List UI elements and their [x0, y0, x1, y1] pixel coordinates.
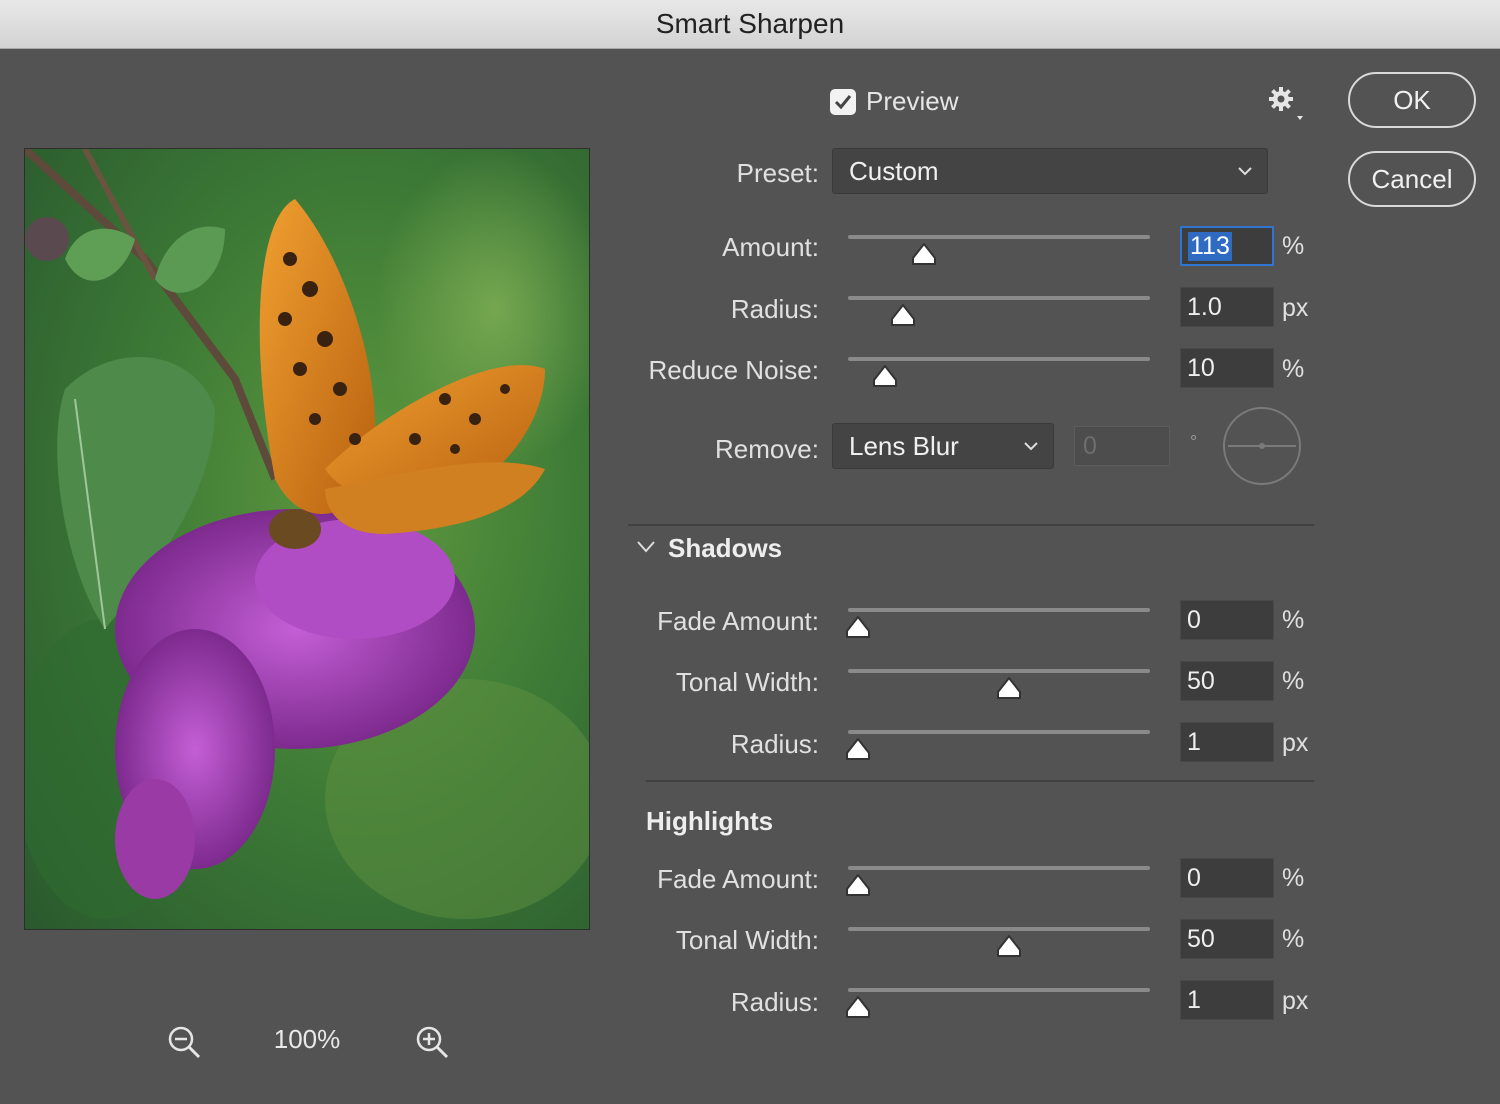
cancel-button[interactable]: Cancel	[1348, 151, 1476, 207]
shadows-tonal-width-label: Tonal Width:	[675, 667, 819, 697]
radius-slider-thumb[interactable]	[890, 303, 916, 327]
reduce-noise-input[interactable]: 10	[1180, 348, 1274, 388]
chevron-down-icon	[1238, 167, 1252, 176]
shadows-fade-amount-unit: %	[1282, 606, 1305, 634]
highlights-fade-amount-label: Fade Amount:	[657, 864, 819, 894]
shadows-fade-amount-label: Fade Amount:	[657, 606, 819, 636]
shadows-fade-amount-input[interactable]: 0	[1180, 600, 1274, 640]
highlights-radius-track[interactable]	[848, 988, 1150, 992]
angle-input: 0	[1074, 426, 1170, 466]
reduce-noise-slider-track[interactable]	[848, 357, 1150, 361]
remove-label: Remove:	[714, 434, 819, 464]
highlights-fade-amount-track[interactable]	[848, 866, 1150, 870]
preview-checkbox[interactable]	[830, 88, 856, 115]
preview-label: Preview	[866, 86, 959, 116]
shadows-tonal-width-input[interactable]: 50	[1180, 661, 1274, 701]
highlights-radius-input[interactable]: 1	[1180, 980, 1274, 1020]
shadows-tonal-width-unit: %	[1282, 667, 1305, 695]
shadows-radius-label: Radius:	[730, 729, 819, 759]
amount-slider-track[interactable]	[848, 235, 1150, 239]
highlights-fade-amount-unit: %	[1282, 864, 1305, 892]
highlights-tonal-width-label: Tonal Width:	[675, 925, 819, 955]
highlights-radius-unit: px	[1282, 987, 1309, 1015]
gear-icon[interactable]	[1268, 86, 1308, 126]
zoom-in-icon[interactable]	[414, 1024, 450, 1060]
highlights-radius-label: Radius:	[730, 987, 819, 1017]
preview-image[interactable]	[24, 148, 590, 930]
ok-button[interactable]: OK	[1348, 72, 1476, 128]
amount-input[interactable]: 113	[1180, 226, 1274, 266]
amount-label: Amount:	[722, 232, 819, 262]
radius-slider-track[interactable]	[848, 296, 1150, 300]
shadows-fade-amount-thumb[interactable]	[845, 615, 871, 639]
highlights-fade-amount-input[interactable]: 0	[1180, 858, 1274, 898]
amount-slider-thumb[interactable]	[911, 242, 937, 266]
divider	[628, 524, 1314, 526]
chevron-down-icon	[1024, 442, 1038, 451]
shadows-tonal-width-thumb[interactable]	[996, 676, 1022, 700]
angle-degree-symbol: °	[1190, 432, 1198, 452]
reduce-noise-label: Reduce Noise:	[648, 355, 819, 385]
shadows-radius-track[interactable]	[848, 730, 1150, 734]
amount-unit: %	[1282, 232, 1305, 260]
reduce-noise-slider-thumb[interactable]	[872, 364, 898, 388]
zoom-level: 100%	[273, 1024, 341, 1054]
angle-dial-icon	[1223, 407, 1301, 485]
reduce-noise-unit: %	[1282, 355, 1305, 383]
radius-label: Radius:	[730, 294, 819, 324]
radius-input[interactable]: 1.0	[1180, 287, 1274, 327]
preview-toggle[interactable]: Preview	[830, 86, 958, 117]
remove-value: Lens Blur	[849, 430, 959, 461]
window-title: Smart Sharpen	[0, 0, 1500, 49]
amount-value: 113	[1188, 231, 1232, 261]
preset-value: Custom	[849, 155, 939, 186]
shadows-title[interactable]: Shadows	[668, 533, 782, 564]
checkmark-icon	[834, 94, 852, 109]
preset-dropdown[interactable]: Custom	[832, 148, 1268, 194]
highlights-fade-amount-thumb[interactable]	[845, 873, 871, 897]
highlights-radius-thumb[interactable]	[845, 995, 871, 1019]
highlights-title: Highlights	[646, 806, 774, 836]
highlights-tonal-width-thumb[interactable]	[996, 934, 1022, 958]
chevron-down-icon[interactable]	[636, 540, 656, 554]
shadows-radius-input[interactable]: 1	[1180, 722, 1274, 762]
radius-unit: px	[1282, 294, 1309, 322]
preset-label: Preset:	[736, 158, 819, 188]
shadows-tonal-width-track[interactable]	[848, 669, 1150, 673]
shadows-radius-unit: px	[1282, 729, 1309, 757]
highlights-tonal-width-input[interactable]: 50	[1180, 919, 1274, 959]
highlights-tonal-width-unit: %	[1282, 925, 1305, 953]
shadows-radius-thumb[interactable]	[845, 737, 871, 761]
shadows-fade-amount-track[interactable]	[848, 608, 1150, 612]
remove-dropdown[interactable]: Lens Blur	[832, 423, 1054, 469]
zoom-out-icon[interactable]	[166, 1024, 202, 1060]
divider	[646, 780, 1314, 782]
highlights-tonal-width-track[interactable]	[848, 927, 1150, 931]
butterfly-photo	[25, 149, 589, 929]
